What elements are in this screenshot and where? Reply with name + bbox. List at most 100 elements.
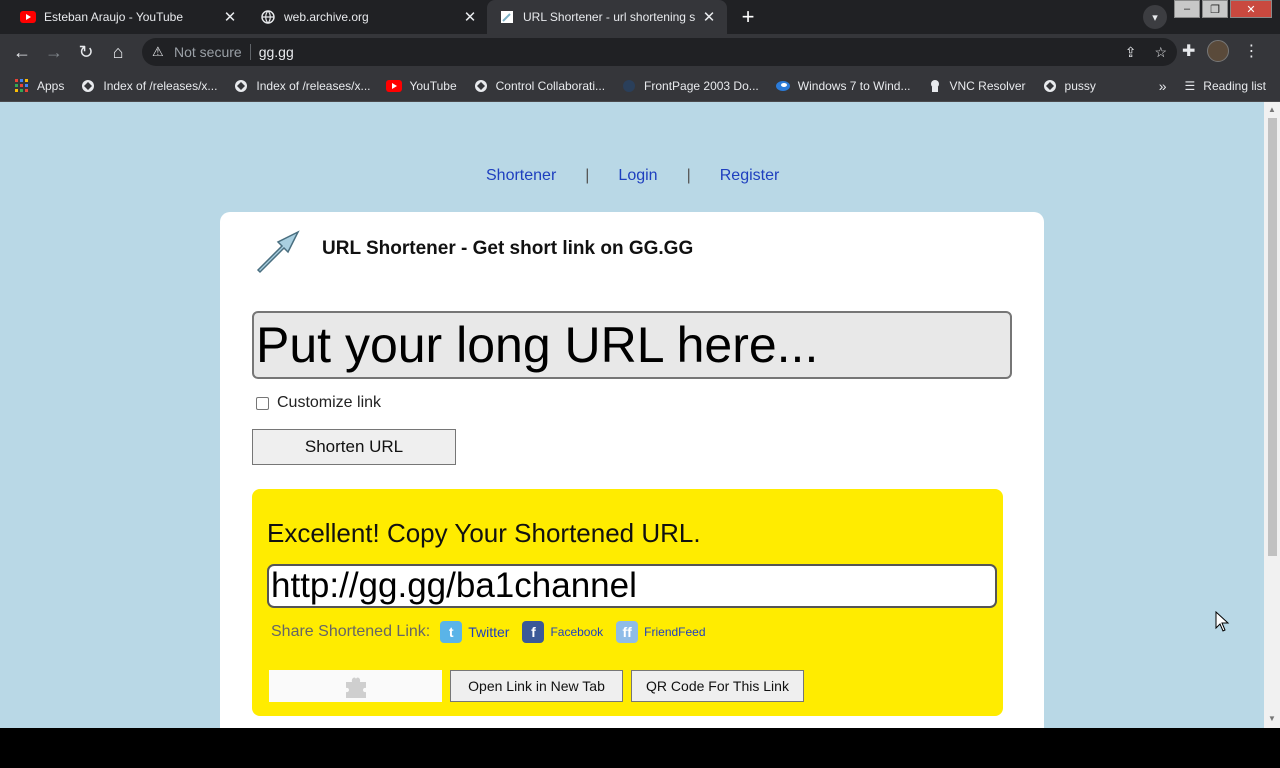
apps-grid-icon	[14, 78, 30, 94]
tab-search-icon[interactable]: ▾	[1143, 5, 1167, 29]
close-icon[interactable]: ✕	[460, 7, 480, 27]
more-bookmarks-icon[interactable]: »	[1159, 78, 1167, 94]
browser-toolbar: ← → ↻ ⌂ ⚠ Not secure gg.gg ⇪ ☆ ✚ ⋮	[0, 34, 1280, 70]
friendfeed-link[interactable]: FriendFeed	[644, 625, 705, 639]
bookmark-vnc[interactable]: VNC Resolver	[927, 78, 1026, 94]
page-icon	[499, 9, 515, 25]
window-controls: – ❐ ✕	[1172, 0, 1272, 18]
vertical-scrollbar[interactable]: ▲ ▼	[1264, 102, 1280, 728]
bookmark-label: pussy	[1064, 78, 1096, 93]
reading-list-icon[interactable]: ☰	[1185, 79, 1196, 93]
page-viewport: Shortener | Login | Register URL Shorten…	[0, 102, 1280, 728]
tab-youtube[interactable]: Esteban Araujo - YouTube ✕	[8, 0, 248, 34]
warning-icon[interactable]: ⚠	[152, 44, 168, 60]
result-panel: Excellent! Copy Your Shortened URL. http…	[252, 489, 1003, 716]
globe-icon	[233, 78, 249, 94]
youtube-icon	[386, 78, 403, 94]
reading-list-label[interactable]: Reading list	[1203, 79, 1266, 93]
open-new-tab-button[interactable]: Open Link in New Tab	[450, 670, 623, 702]
bookmark-index-2[interactable]: Index of /releases/x...	[233, 78, 370, 94]
bookmark-label: Apps	[37, 78, 65, 93]
bookmark-label: VNC Resolver	[949, 78, 1026, 93]
back-icon[interactable]: ←	[10, 40, 34, 64]
friendfeed-icon[interactable]: ff	[616, 621, 639, 643]
bookmark-youtube[interactable]: YouTube	[386, 78, 457, 94]
bookmark-frontpage[interactable]: FrontPage 2003 Do...	[621, 78, 759, 94]
page-title: URL Shortener - Get short link on GG.GG	[322, 238, 694, 259]
menu-icon[interactable]: ⋮	[1243, 41, 1259, 61]
bookmark-label: Index of /releases/x...	[103, 78, 218, 93]
globe-icon	[260, 9, 276, 25]
customize-label[interactable]: Customize link	[277, 394, 381, 412]
share-label: Share Shortened Link:	[271, 623, 431, 640]
bookmark-label: Index of /releases/x...	[256, 78, 371, 93]
new-tab-icon[interactable]: +	[734, 4, 762, 30]
scroll-down-icon[interactable]: ▼	[1268, 714, 1276, 723]
facebook-icon[interactable]: f	[522, 621, 545, 643]
scroll-up-icon[interactable]: ▲	[1268, 105, 1276, 114]
globe-icon	[80, 78, 96, 94]
close-icon[interactable]: ✕	[220, 7, 240, 27]
globe-icon	[1042, 78, 1058, 94]
action-row: Open Link in New Tab QR Code For This Li…	[269, 670, 812, 702]
share-icon[interactable]: ⇪	[1125, 44, 1137, 61]
tab-web-archive[interactable]: web.archive.org ✕	[248, 0, 488, 34]
nav-shortener-link[interactable]: Shortener	[486, 167, 556, 185]
scrollbar-thumb[interactable]	[1268, 118, 1277, 556]
url-text[interactable]: gg.gg	[259, 44, 294, 60]
plugin-placeholder	[269, 670, 442, 702]
arrow-logo-icon	[256, 230, 300, 274]
security-status[interactable]: Not secure	[174, 44, 242, 60]
customize-checkbox[interactable]	[256, 396, 269, 410]
restore-icon[interactable]: ❐	[1202, 0, 1228, 18]
tab-title: Esteban Araujo - YouTube	[44, 10, 183, 24]
facebook-link[interactable]: Facebook	[550, 625, 603, 639]
browser-chrome: Esteban Araujo - YouTube ✕ web.archive.o…	[0, 0, 1280, 102]
bookmark-label: Control Collaborati...	[495, 78, 606, 93]
bookmark-control-collaboration[interactable]: Control Collaborati...	[473, 78, 605, 94]
youtube-icon	[20, 9, 36, 25]
tab-url-shortener[interactable]: URL Shortener - url shortening s ✕	[487, 0, 727, 34]
frontpage-icon	[621, 78, 637, 94]
puzzle-icon	[345, 677, 366, 698]
vnc-icon	[927, 78, 943, 94]
close-icon[interactable]: ✕	[699, 7, 719, 27]
bookmark-label: FrontPage 2003 Do...	[644, 78, 759, 93]
extensions-icon[interactable]: ✚	[1182, 41, 1195, 61]
twitter-icon[interactable]: t	[440, 621, 463, 643]
long-url-input[interactable]: Put your long URL here...	[252, 311, 1012, 379]
nav-login-link[interactable]: Login	[618, 167, 657, 185]
twitter-link[interactable]: Twitter	[468, 624, 509, 640]
window-close-icon[interactable]: ✕	[1230, 0, 1272, 18]
shorten-url-button[interactable]: Shorten URL	[252, 429, 456, 465]
edge-icon	[775, 78, 791, 94]
bookmark-star-icon[interactable]: ☆	[1154, 44, 1167, 61]
tab-title: web.archive.org	[284, 10, 369, 24]
share-row: Share Shortened Link: t Twitter f Facebo…	[271, 621, 719, 643]
bookmark-windows[interactable]: Windows 7 to Wind...	[775, 78, 911, 94]
bookmark-apps[interactable]: Apps	[14, 78, 64, 94]
bookmark-misc[interactable]: pussy	[1042, 78, 1096, 94]
bookmarks-bar: Apps Index of /releases/x... Index of /r…	[0, 70, 1280, 102]
forward-icon[interactable]: →	[42, 40, 66, 64]
tab-title: URL Shortener - url shortening s	[523, 10, 696, 24]
divider	[249, 44, 251, 60]
top-navigation: Shortener | Login | Register	[486, 167, 779, 185]
globe-icon	[473, 78, 489, 94]
nav-separator: |	[686, 167, 691, 184]
bookmark-index-1[interactable]: Index of /releases/x...	[80, 78, 217, 94]
reload-icon[interactable]: ↻	[74, 40, 98, 64]
profile-avatar[interactable]	[1207, 40, 1230, 62]
mouse-cursor-icon	[1215, 611, 1230, 632]
customize-option[interactable]: Customize link	[256, 394, 381, 412]
short-url-field[interactable]: http://gg.gg/ba1channel	[267, 564, 997, 608]
tab-strip: Esteban Araujo - YouTube ✕ web.archive.o…	[0, 0, 1280, 34]
address-bar[interactable]: ⚠ Not secure gg.gg ⇪ ☆	[142, 38, 1177, 66]
bookmark-label: Windows 7 to Wind...	[797, 78, 911, 93]
home-icon[interactable]: ⌂	[106, 40, 130, 64]
result-heading: Excellent! Copy Your Shortened URL.	[267, 518, 701, 548]
nav-register-link[interactable]: Register	[720, 167, 780, 185]
minimize-icon[interactable]: –	[1174, 0, 1200, 18]
bookmark-label: YouTube	[409, 78, 457, 93]
qr-code-button[interactable]: QR Code For This Link	[631, 670, 804, 702]
